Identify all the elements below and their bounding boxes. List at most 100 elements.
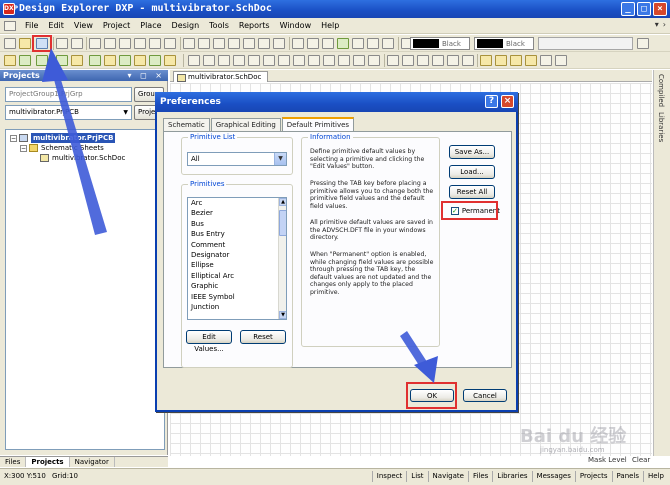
menu-tools[interactable]: Tools xyxy=(204,21,234,30)
menu-file[interactable]: File xyxy=(20,21,43,30)
move-icon[interactable] xyxy=(273,38,285,49)
menu-reports[interactable]: Reports xyxy=(234,21,275,30)
tree-document-node[interactable]: multivibrator.SchDoc xyxy=(40,153,125,163)
rectangle-icon[interactable] xyxy=(480,55,492,66)
zoom-fit-icon[interactable] xyxy=(119,38,131,49)
edit-values-button[interactable]: Edit Values... xyxy=(186,330,232,353)
open-project-icon[interactable] xyxy=(4,55,16,66)
minimize-button[interactable]: _ xyxy=(621,2,635,16)
menu-edit[interactable]: Edit xyxy=(43,21,69,30)
tab-projects[interactable]: Projects xyxy=(26,457,70,467)
primitives-listbox[interactable]: Arc Bezier Bus Bus Entry Comment Designa… xyxy=(187,197,287,320)
text-icon[interactable] xyxy=(447,55,459,66)
snap-icon[interactable] xyxy=(382,38,394,49)
reset-button[interactable]: Reset xyxy=(240,330,286,344)
ground-port-icon[interactable] xyxy=(263,55,275,66)
panel-libraries[interactable]: Libraries xyxy=(492,471,531,482)
tree-folder-node[interactable]: − Schematic Sheets xyxy=(20,143,104,153)
tab-default-primitives[interactable]: Default Primitives xyxy=(281,117,355,131)
new-doc-icon[interactable] xyxy=(4,38,16,49)
place-wire-icon[interactable] xyxy=(188,55,200,66)
menu-project[interactable]: Project xyxy=(98,21,135,30)
close-button[interactable]: × xyxy=(653,2,667,16)
arc-icon[interactable] xyxy=(417,55,429,66)
panel-help[interactable]: Help xyxy=(643,471,668,482)
collapse-icon[interactable]: − xyxy=(20,144,27,152)
tab-files[interactable]: Files xyxy=(0,457,27,467)
list-item[interactable]: Ellipse xyxy=(188,260,286,270)
menu-view[interactable]: View xyxy=(69,21,98,30)
simulate-icon[interactable] xyxy=(149,55,161,66)
update-icon[interactable] xyxy=(104,55,116,66)
chevron-down-icon[interactable]: ▼ xyxy=(274,153,286,165)
panel-files[interactable]: Files xyxy=(467,471,492,482)
pcb-layout-icon[interactable] xyxy=(368,55,380,66)
panel-panels[interactable]: Panels xyxy=(611,471,644,482)
compile-icon[interactable] xyxy=(337,38,349,49)
list-item[interactable]: Graphic xyxy=(188,281,286,291)
save-as-button[interactable]: Save As... xyxy=(449,145,495,159)
zoom-in-icon[interactable] xyxy=(89,38,101,49)
menu-more-icon[interactable]: › xyxy=(663,20,666,29)
copy-icon[interactable] xyxy=(198,38,210,49)
print-icon[interactable] xyxy=(56,38,68,49)
list-item[interactable]: IEEE Symbol xyxy=(188,292,286,302)
project-dropdown-icon[interactable]: ▼ xyxy=(123,106,128,119)
menu-design[interactable]: Design xyxy=(167,21,205,30)
clear-button[interactable]: Clear xyxy=(632,456,650,464)
reset-all-button[interactable]: Reset All xyxy=(449,185,495,199)
report-icon[interactable] xyxy=(134,55,146,66)
list-item[interactable]: Bezier xyxy=(188,208,286,218)
project-field[interactable]: multivibrator.PrjPCB ▼ xyxy=(5,105,132,120)
list-item[interactable]: Designator xyxy=(188,250,286,260)
scroll-thumb[interactable] xyxy=(279,210,286,236)
collapse-icon[interactable]: − xyxy=(10,134,17,142)
font-combo[interactable] xyxy=(538,37,633,50)
junction-icon[interactable] xyxy=(338,55,350,66)
maximize-button[interactable]: □ xyxy=(637,2,651,16)
grid-icon[interactable] xyxy=(367,38,379,49)
menu-help[interactable]: Help xyxy=(316,21,344,30)
polygon-icon[interactable] xyxy=(402,55,414,66)
netlist-icon[interactable] xyxy=(119,55,131,66)
line-icon[interactable] xyxy=(387,55,399,66)
list-item[interactable]: Comment xyxy=(188,240,286,250)
open-folder-icon[interactable] xyxy=(19,38,31,49)
array-icon[interactable] xyxy=(555,55,567,66)
ellipse-icon[interactable] xyxy=(510,55,522,66)
rubber-stamp-icon[interactable] xyxy=(228,38,240,49)
vtab-compiled[interactable]: Compiled xyxy=(657,74,665,107)
mask-level-button[interactable]: Mask Level xyxy=(588,456,627,464)
print-preview-icon[interactable] xyxy=(71,38,83,49)
list-item[interactable]: Elliptical Arc xyxy=(188,271,286,281)
paste-icon[interactable] xyxy=(213,38,225,49)
sheet-entry-icon[interactable] xyxy=(308,55,320,66)
tab-navigator[interactable]: Navigator xyxy=(70,457,115,467)
document-tab[interactable]: multivibrator.SchDoc xyxy=(173,71,269,82)
place-bus-icon[interactable] xyxy=(203,55,215,66)
tab-schematic[interactable]: Schematic xyxy=(163,118,210,131)
toolbar-overflow-icon[interactable] xyxy=(637,38,649,49)
bezier-icon[interactable] xyxy=(432,55,444,66)
browse-library-icon[interactable] xyxy=(352,38,364,49)
panel-inspect[interactable]: Inspect xyxy=(371,471,407,482)
list-item[interactable]: Bus Entry xyxy=(188,229,286,239)
list-item[interactable]: Arc xyxy=(188,198,286,208)
panel-navigate[interactable]: Navigate xyxy=(427,471,468,482)
port-icon[interactable] xyxy=(323,55,335,66)
primitives-scrollbar[interactable]: ▲ ▼ xyxy=(278,198,286,319)
scroll-down-icon[interactable]: ▼ xyxy=(279,311,286,319)
workspace-field[interactable]: ProjectGroup1.PrjGrp xyxy=(5,87,132,102)
zoom-out-icon[interactable] xyxy=(104,38,116,49)
tree-project-node[interactable]: − multivibrator.PrjPCB xyxy=(10,133,116,143)
library-icon[interactable] xyxy=(71,55,83,66)
add-document-icon[interactable] xyxy=(36,55,48,66)
place-part-icon[interactable] xyxy=(278,55,290,66)
bus-entry-icon[interactable] xyxy=(218,55,230,66)
list-item[interactable]: Junction xyxy=(188,302,286,312)
line-color-picker[interactable]: Black xyxy=(410,37,470,50)
scroll-up-icon[interactable]: ▲ xyxy=(279,198,286,206)
zoom-selection-icon[interactable] xyxy=(149,38,161,49)
panel-pin-icons[interactable]: ▾ ◻ × xyxy=(128,70,165,81)
menu-place[interactable]: Place xyxy=(135,21,166,30)
